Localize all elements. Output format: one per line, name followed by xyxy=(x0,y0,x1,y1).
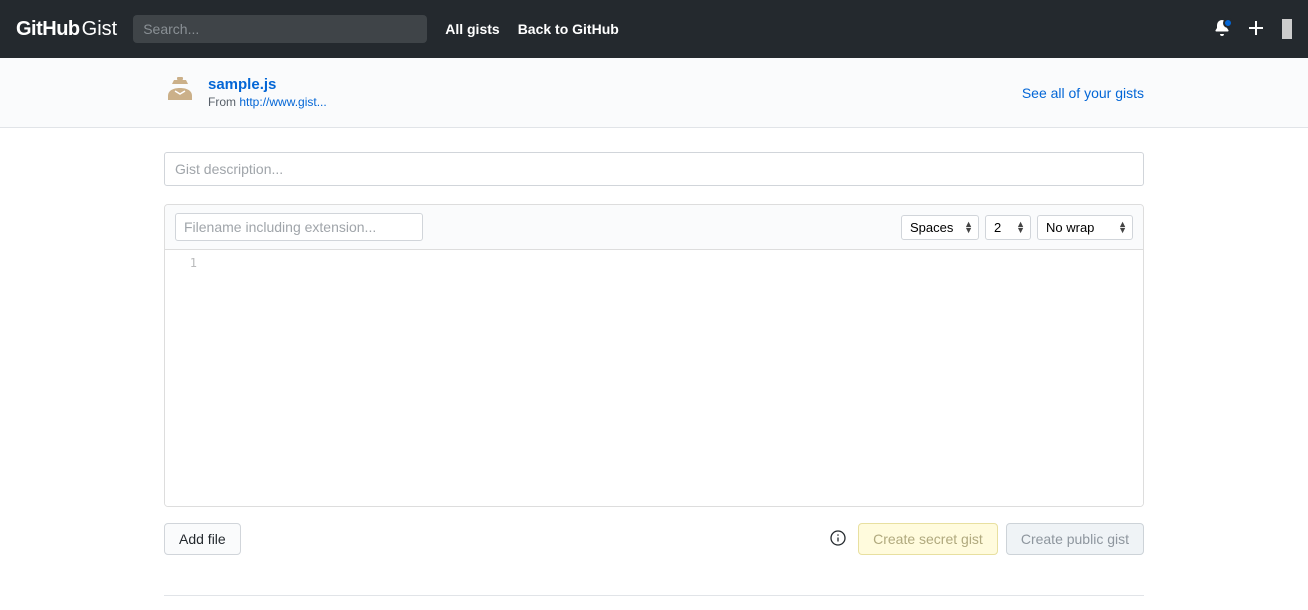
logo-gist-text: Gist xyxy=(82,18,118,41)
indent-size-select[interactable]: 2 xyxy=(985,215,1031,240)
gist-description-input[interactable] xyxy=(164,152,1144,186)
notification-dot xyxy=(1223,18,1233,28)
logo-github-text: GitHub xyxy=(16,18,80,41)
indent-mode-select[interactable]: Spaces xyxy=(901,215,979,240)
gist-title-link[interactable]: sample.js xyxy=(208,76,327,93)
create-new-icon[interactable] xyxy=(1248,20,1264,39)
add-file-button[interactable]: Add file xyxy=(164,523,241,555)
main-header: GitHub Gist All gists Back to GitHub xyxy=(0,0,1308,58)
create-public-gist-button[interactable]: Create public gist xyxy=(1006,523,1144,555)
nav-back-to-github[interactable]: Back to GitHub xyxy=(518,21,619,37)
github-gist-logo[interactable]: GitHub Gist xyxy=(16,18,117,41)
form-actions: Add file Create secret gist Create publi… xyxy=(164,523,1144,555)
file-meta: sample.js From http://www.gist... xyxy=(164,76,327,109)
search-input[interactable] xyxy=(133,15,427,43)
line-number-gutter: 1 xyxy=(165,250,205,506)
code-textarea[interactable] xyxy=(205,250,1143,506)
anonymous-user-icon xyxy=(164,76,196,107)
notifications-icon[interactable] xyxy=(1214,20,1230,39)
file-editor-box: Spaces ▲▼ 2 ▲▼ No wrap ▲▼ 1 xyxy=(164,204,1144,507)
file-toolbar: Spaces ▲▼ 2 ▲▼ No wrap ▲▼ xyxy=(165,205,1143,250)
nav-all-gists[interactable]: All gists xyxy=(445,21,499,37)
see-all-gists-link[interactable]: See all of your gists xyxy=(1022,85,1144,101)
gist-form: Spaces ▲▼ 2 ▲▼ No wrap ▲▼ 1 Add file xyxy=(164,128,1144,596)
filename-input[interactable] xyxy=(175,213,423,241)
editor-area: 1 xyxy=(165,250,1143,506)
page-subheader: sample.js From http://www.gist... See al… xyxy=(0,58,1308,128)
gist-source-link[interactable]: http://www.gist... xyxy=(239,95,326,109)
info-icon[interactable] xyxy=(830,530,846,549)
gist-source: From http://www.gist... xyxy=(208,95,327,109)
footer-divider xyxy=(164,595,1144,596)
wrap-mode-select[interactable]: No wrap xyxy=(1037,215,1133,240)
create-secret-gist-button[interactable]: Create secret gist xyxy=(858,523,998,555)
user-avatar[interactable] xyxy=(1282,19,1292,39)
